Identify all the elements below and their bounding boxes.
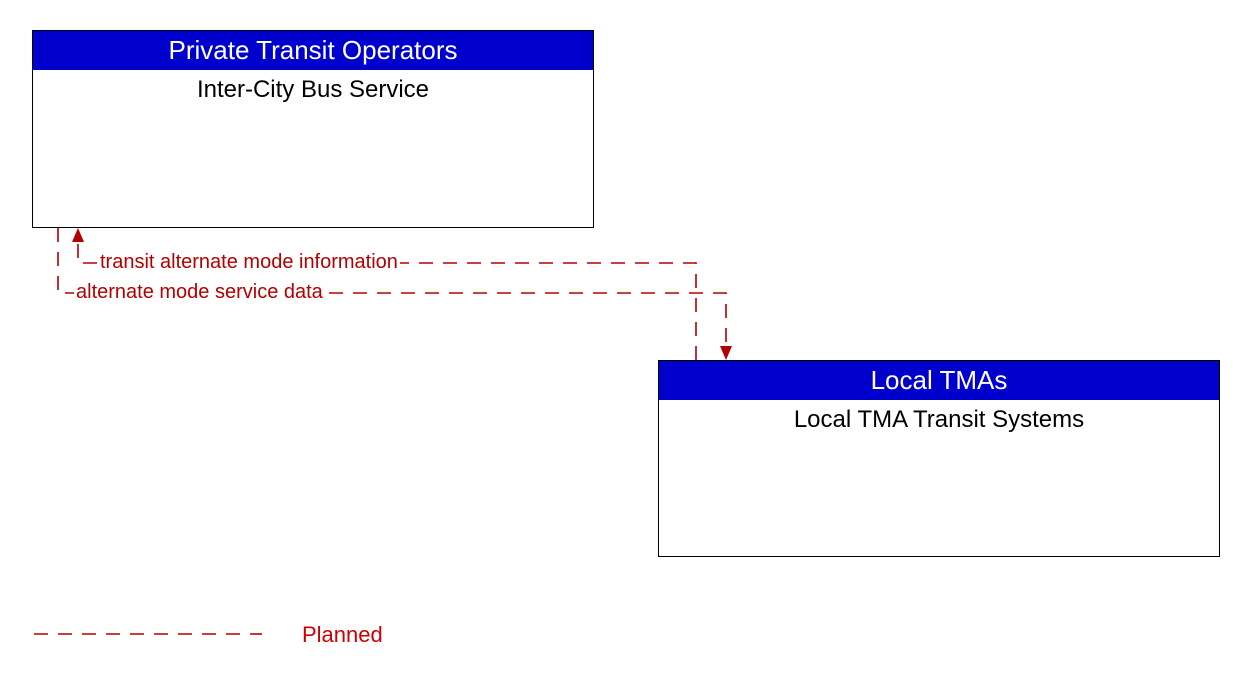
entity-body-inter-city-bus: Inter-City Bus Service — [33, 70, 593, 104]
entity-local-tmas: Local TMAs Local TMA Transit Systems — [658, 360, 1220, 557]
flow-label-alt-mode-service-data: alternate mode service data — [74, 281, 325, 304]
entity-header-local-tmas: Local TMAs — [659, 361, 1219, 400]
entity-body-local-tma-transit: Local TMA Transit Systems — [659, 400, 1219, 434]
entity-header-private-transit: Private Transit Operators — [33, 31, 593, 70]
legend-planned-label: Planned — [302, 622, 383, 648]
flow-label-transit-alt-mode-info: transit alternate mode information — [98, 251, 400, 274]
entity-private-transit-operators: Private Transit Operators Inter-City Bus… — [32, 30, 594, 228]
